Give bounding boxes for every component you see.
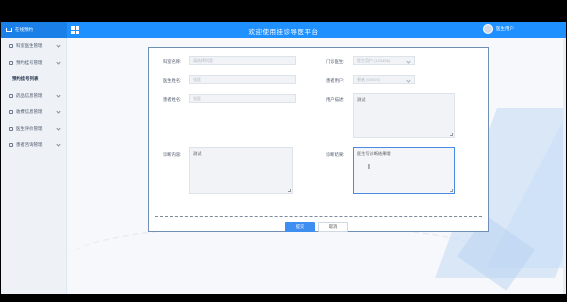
document-icon xyxy=(9,44,13,49)
divider xyxy=(155,216,482,217)
sidebar-item-review-management[interactable]: 医生评价管理 xyxy=(1,121,66,138)
doctor-name-field[interactable]: 张医 xyxy=(189,75,296,84)
field-label: 门诊医生: xyxy=(326,59,345,64)
diagnosis-text: 测试 xyxy=(193,151,202,156)
symptom-textarea[interactable]: 测试 xyxy=(353,93,455,138)
patient-select[interactable]: 患者 (00000) xyxy=(353,75,415,84)
user-menu[interactable]: 医生用户 xyxy=(483,24,514,34)
resize-handle-icon[interactable] xyxy=(450,133,453,136)
avatar[interactable] xyxy=(483,24,493,34)
sidebar-item-appointment-management[interactable]: 预约挂号管理 xyxy=(1,55,66,72)
field-label: 诊断内容: xyxy=(163,152,182,157)
sidebar-item-appointment-list[interactable]: 预约挂号列表 xyxy=(1,71,66,88)
sidebar-item-label: 患者咨询管理 xyxy=(16,142,43,148)
document-icon xyxy=(9,60,13,65)
resize-handle-icon[interactable] xyxy=(288,189,291,192)
sidebar: 科室医生管理 预约挂号管理 预约挂号列表 药品信息管理 收费信息管理 医生评价管… xyxy=(1,38,67,294)
sidebar-item-label: 科室医生管理 xyxy=(16,43,43,49)
sidebar-item-consultation-management[interactable]: 患者咨询管理 xyxy=(1,137,66,154)
sidebar-item-label: 预约挂号列表 xyxy=(12,76,39,82)
chevron-down-icon xyxy=(56,125,61,131)
resize-handle-icon[interactable] xyxy=(450,189,453,192)
document-icon xyxy=(9,110,13,115)
document-icon xyxy=(9,93,13,98)
field-label: 用户描述: xyxy=(326,97,345,102)
field-label: 诊断结果: xyxy=(326,152,345,157)
chevron-down-icon xyxy=(56,43,61,48)
field-label: 医生姓名: xyxy=(163,78,182,83)
field-label: 科室名称: xyxy=(163,59,182,64)
result-textarea[interactable]: 医生写诊断结果哦 I xyxy=(353,147,455,194)
main-content: 科室名称: 请选择科室 门诊医生: 医生用户 (123456) 医生姓名: 张医… xyxy=(68,38,566,294)
sidebar-item-drug-management[interactable]: 药品信息管理 xyxy=(1,88,66,105)
sidebar-item-label: 药品信息管理 xyxy=(16,92,43,98)
cancel-button[interactable]: 取消 xyxy=(318,222,348,232)
result-text: 医生写诊断结果哦 xyxy=(357,151,391,156)
background-decoration xyxy=(68,224,498,294)
app-window: 在线预约 欢迎使用挂诊导医平台 医生用户 科室医生管理 预约挂号管理 预约挂号列… xyxy=(1,22,566,294)
appointment-form: 科室名称: 请选择科室 门诊医生: 医生用户 (123456) 医生姓名: 张医… xyxy=(148,47,489,232)
sidebar-item-fee-management[interactable]: 收费信息管理 xyxy=(1,104,66,121)
user-name: 医生用户 xyxy=(496,26,514,31)
top-bar: 在线预约 欢迎使用挂诊导医平台 医生用户 xyxy=(1,22,566,38)
chevron-down-icon xyxy=(56,59,61,65)
chevron-down-icon xyxy=(56,142,61,147)
symptom-text: 测试 xyxy=(357,97,366,102)
submit-button[interactable]: 提交 xyxy=(285,222,315,232)
sidebar-item-label: 收费信息管理 xyxy=(16,109,43,115)
sidebar-item-label: 预约挂号管理 xyxy=(16,59,43,65)
sidebar-item-doctor-management[interactable]: 科室医生管理 xyxy=(1,38,66,55)
scrollbar[interactable] xyxy=(563,38,566,294)
field-label: 患者用户: xyxy=(326,78,345,83)
chevron-down-icon xyxy=(56,92,61,98)
text-cursor-icon: I xyxy=(368,164,370,171)
document-icon xyxy=(9,143,13,148)
field-label: 患者姓名: xyxy=(163,97,182,102)
document-icon xyxy=(9,126,13,131)
diagnosis-textarea[interactable]: 测试 xyxy=(189,147,293,194)
patient-name-field[interactable]: 张医 xyxy=(189,94,296,103)
doctor-select[interactable]: 医生用户 (123456) xyxy=(353,56,415,65)
chevron-down-icon xyxy=(56,109,61,114)
page-title: 欢迎使用挂诊导医平台 xyxy=(248,29,319,36)
sidebar-item-label: 医生评价管理 xyxy=(16,125,43,131)
department-field[interactable]: 请选择科室 xyxy=(189,56,296,65)
